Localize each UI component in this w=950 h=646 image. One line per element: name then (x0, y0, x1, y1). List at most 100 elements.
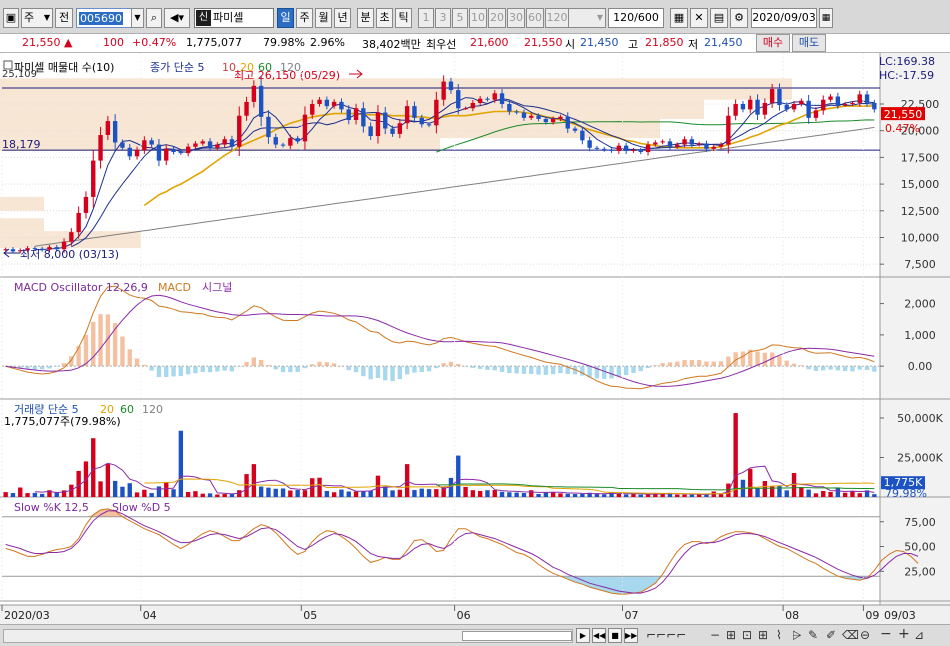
turnover-ratio: 2.96% (310, 36, 345, 49)
candle-body (98, 134, 103, 161)
period-button-일[interactable]: 일 (277, 8, 294, 28)
stoch-tick-label-2: 25,00 (904, 565, 936, 578)
stop-button[interactable]: ■ (608, 628, 622, 643)
stock-name-field[interactable]: 신 파미셀 (194, 8, 274, 28)
rewind-button[interactable]: ◀◀ (592, 628, 606, 643)
volume-bar (91, 438, 96, 497)
macd-histogram-bar (828, 366, 833, 370)
date-field[interactable]: 2020/09/03 (751, 8, 817, 28)
interval-button-10[interactable]: 10 (469, 8, 487, 28)
candle-body (324, 99, 330, 107)
volume-bar (448, 477, 454, 497)
macd-histogram-bar (288, 366, 293, 373)
sound-icon[interactable]: ◀▾ (164, 8, 190, 28)
zoom-tool-icon[interactable]: ⊞ (758, 628, 768, 642)
period-button-틱[interactable]: 틱 (395, 8, 412, 28)
grid-icon[interactable]: ▦ (670, 8, 688, 28)
volume-bar (339, 489, 344, 497)
ruler-icon[interactable]: ⌐⌐⌐⌐ (646, 628, 686, 642)
volume-bar (682, 494, 687, 497)
candle-body (83, 196, 89, 213)
bar-count-field[interactable]: 120/600 (608, 8, 664, 28)
interval-button-5[interactable]: 5 (452, 8, 468, 28)
macd-histogram-bar (83, 334, 89, 367)
interval-button-30[interactable]: 30 (507, 8, 525, 28)
horizontal-scrollbar[interactable] (3, 629, 573, 643)
volume-bar (426, 489, 432, 497)
interval-button-120[interactable]: 120 (545, 8, 569, 28)
interval-dropdown[interactable]: ▼ (568, 8, 606, 28)
candle-body (660, 141, 665, 143)
macd-histogram-bar (842, 366, 848, 372)
volume-bar (3, 492, 8, 497)
volume-bar (280, 488, 286, 497)
candle-body (91, 160, 96, 197)
date-tick-label-3: 06 (457, 609, 471, 622)
forward-button[interactable]: ▶▶ (624, 628, 638, 643)
volume-bar (112, 480, 118, 497)
calendar-icon[interactable]: ▦ (819, 8, 833, 28)
code-dropdown-button[interactable]: ▼ (131, 8, 144, 28)
volume-ma60-legend: 60 (120, 403, 134, 416)
volume-bar (222, 493, 227, 497)
save-icon[interactable]: ▤ (710, 8, 728, 28)
volume-bar (185, 491, 191, 497)
box-tool-icon[interactable]: ⊡ (742, 628, 752, 642)
interval-button-60[interactable]: 60 (526, 8, 544, 28)
period-button-초[interactable]: 초 (376, 8, 393, 28)
candle-body (711, 146, 716, 149)
macd-histogram-bar (514, 366, 519, 374)
interval-button-20[interactable]: 20 (488, 8, 506, 28)
volume-bar (353, 491, 359, 497)
macd-histogram-bar (543, 366, 549, 375)
type-label: 주 (24, 11, 35, 24)
search-icon[interactable]: ⌕ (146, 8, 162, 28)
eraser-tool-icon[interactable]: ⌫ (842, 628, 859, 642)
cross-icon[interactable]: ✕ (690, 8, 708, 28)
price-tick-label-2: 17,500 (901, 151, 940, 164)
period-button-분[interactable]: 분 (357, 8, 374, 28)
scrollbar-thumb[interactable] (462, 631, 572, 641)
buy-button[interactable]: 매수 (756, 34, 790, 52)
volume-profile-bar-5 (0, 218, 44, 232)
grid-tool-icon[interactable]: ⊞ (726, 628, 736, 642)
interval-button-1[interactable]: 1 (418, 8, 434, 28)
volume-bar (18, 487, 23, 497)
zoom-plus-icon[interactable]: + (898, 626, 910, 642)
gear-icon[interactable]: ⚙ (730, 8, 748, 28)
macd-histogram-bar (353, 366, 359, 373)
current-date-label: 09/03 (884, 609, 916, 622)
volume-bar (813, 493, 819, 497)
interval-button-3[interactable]: 3 (435, 8, 451, 28)
restore-icon[interactable]: ⊿ (914, 628, 924, 642)
macd-histogram-bar (609, 366, 614, 379)
chart-area[interactable]: 22,50020,00017,50015,00012,50010,0007,50… (0, 53, 950, 624)
macd-histogram-bar (602, 366, 607, 379)
period-button-년[interactable]: 년 (334, 8, 351, 28)
zoom-out-icon[interactable]: ⊖ (860, 628, 870, 642)
candle-body (412, 106, 417, 118)
line-tool-icon[interactable]: ⌇ (776, 628, 782, 642)
menu-icon[interactable]: ▣ (3, 8, 19, 28)
period-button-월[interactable]: 월 (315, 8, 332, 28)
macd-histogram-bar (134, 358, 140, 367)
minus-tool-icon[interactable]: − (710, 628, 720, 642)
period-button-주[interactable]: 주 (296, 8, 313, 28)
open-price: 21,450 (580, 36, 619, 49)
scroll-right-button[interactable]: ▶ (576, 628, 590, 643)
volume-bar (718, 494, 724, 497)
prev-button[interactable]: 전 (55, 8, 73, 28)
quote-bar: 21,550 ▲ 100 +0.47% 1,775,077 79.98% 2.9… (0, 34, 950, 53)
sell-button[interactable]: 매도 (792, 34, 826, 52)
zoom-minus-icon[interactable]: − (880, 626, 892, 642)
type-select[interactable]: 주 ▼ (21, 8, 53, 28)
pencil-tool-icon[interactable]: ✎ (808, 628, 818, 642)
macd-histogram-bar (127, 349, 132, 367)
fib-tool-icon[interactable]: ⩥ (792, 628, 802, 643)
candle-body (828, 96, 833, 100)
brush-tool-icon[interactable]: ✐ (826, 628, 836, 642)
volume-value: 1,775,077 (186, 36, 242, 49)
macd-histogram-bar (383, 366, 388, 381)
candle-body (470, 102, 476, 109)
stock-code-input[interactable]: 005690 (76, 8, 132, 28)
